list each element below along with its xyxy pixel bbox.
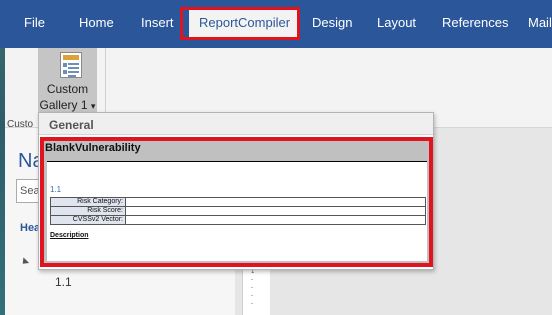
tab-layout[interactable]: Layout	[377, 15, 416, 30]
ribbon-tab-bar: File Home Insert ReportCompiler Design L…	[0, 0, 552, 48]
gallery-entry-blankvulnerability[interactable]: BlankVulnerability 1.1 Risk Category: Ri…	[42, 141, 430, 265]
tab-reportcompiler[interactable]: ReportCompiler	[189, 10, 301, 37]
preview-field-row: Risk Score:	[50, 206, 426, 216]
gallery-section-header: General	[39, 113, 433, 135]
gallery-button-label: Custom	[46, 82, 89, 96]
page-ruler-marks: 1----	[251, 269, 255, 307]
preview-field-row: Risk Category:	[50, 197, 426, 207]
gallery-entry-title: BlankVulnerability	[45, 142, 141, 154]
tab-insert[interactable]: Insert	[141, 15, 174, 30]
preview-heading: 1.1	[50, 185, 62, 194]
document-template-icon	[60, 52, 82, 78]
gallery-button-label-2: Gallery 1 ▾	[39, 98, 96, 112]
preview-description-label: Description	[50, 232, 89, 239]
tab-design[interactable]: Design	[312, 15, 352, 30]
preview-field-row: CVSSv2 Vector:	[50, 215, 426, 225]
preview-field-table: Risk Category: Risk Score: CVSSv2 Vector…	[50, 197, 426, 225]
tab-home[interactable]: Home	[79, 15, 114, 30]
tab-file[interactable]: File	[24, 15, 45, 30]
tab-mailings[interactable]: Mail	[528, 15, 552, 30]
chevron-down-icon: ▾	[90, 101, 96, 111]
tab-references[interactable]: References	[442, 15, 508, 30]
gallery-entry-preview: 1.1 Risk Category: Risk Score: CVSSv2 Ve…	[47, 161, 427, 261]
gallery-dropdown: General BlankVulnerability 1.1 Risk Cate…	[38, 112, 434, 270]
custom-gallery-button[interactable]: Custom Gallery 1 ▾	[38, 48, 97, 120]
navigation-heading-item[interactable]: 1.1	[55, 275, 72, 289]
